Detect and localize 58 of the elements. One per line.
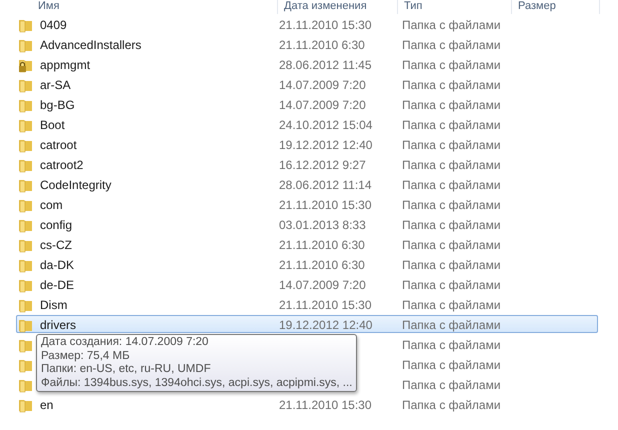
file-type: Папка с файлами (402, 278, 501, 292)
file-type: Папка с файлами (402, 178, 501, 192)
file-name: bg-BG (40, 98, 75, 112)
file-name: 0409 (40, 18, 67, 32)
file-type: Папка с файлами (402, 218, 501, 232)
file-name: en (40, 398, 54, 412)
modified-date: 14.07.2009 7:20 (279, 278, 366, 292)
file-name: config (40, 218, 72, 232)
modified-date: 19.12.2012 12:40 (279, 138, 372, 152)
file-name: catroot (40, 138, 77, 152)
file-type: Папка с файлами (402, 258, 501, 272)
file-type: Папка с файлами (402, 38, 501, 52)
modified-date: 19.12.2012 12:40 (279, 318, 372, 332)
file-type: Папка с файлами (402, 118, 501, 132)
file-type: Папка с файлами (402, 298, 501, 312)
file-type: Папка с файлами (402, 158, 501, 172)
file-type: Папка с файлами (402, 18, 501, 32)
file-type: Папка с файлами (402, 358, 501, 372)
modified-date: 21.11.2010 6:30 (279, 38, 365, 52)
modified-date: 21.11.2010 6:30 (279, 238, 365, 252)
modified-date: 24.10.2012 15:04 (279, 118, 372, 132)
file-type: Папка с файлами (402, 78, 501, 92)
modified-date: 16.12.2012 9:27 (279, 158, 366, 172)
modified-date: 28.06.2012 11:45 (279, 58, 372, 72)
file-name: de-DE (40, 278, 74, 292)
file-type: Папка с файлами (402, 378, 501, 392)
file-type: Папка с файлами (402, 98, 501, 112)
file-name: ar-SA (40, 78, 71, 92)
file-type: Папка с файлами (402, 318, 501, 332)
file-name: appmgmt (40, 58, 90, 72)
modified-date: 21.11.2010 15:30 (279, 198, 372, 212)
file-name: AdvancedInstallers (40, 38, 142, 52)
file-type: Папка с файлами (402, 198, 501, 212)
file-name: cs-CZ (40, 238, 72, 252)
file-type: Папка с файлами (402, 398, 501, 412)
file-name: Boot (40, 118, 65, 132)
modified-date: 14.07.2009 7:20 (279, 98, 366, 112)
file-name: com (40, 198, 63, 212)
tooltip-line: Дата создания: 14.07.2009 7:20 (41, 336, 210, 350)
file-type: Папка с файлами (402, 58, 501, 72)
file-type: Папка с файлами (402, 338, 501, 352)
file-name: drivers (40, 318, 76, 332)
file-type: Папка с файлами (402, 238, 501, 252)
modified-date: 28.06.2012 11:14 (279, 178, 372, 192)
file-name: da-DK (40, 258, 74, 272)
modified-date: 03.01.2013 8:33 (279, 218, 366, 232)
tooltip-line: Папки: en-US, etc, ru-RU, UMDF (41, 363, 212, 376)
modified-date: 21.11.2010 15:30 (279, 398, 372, 412)
tooltip-line: Размер: 75,4 МБ (41, 350, 131, 363)
modified-date: 14.07.2009 7:20 (279, 78, 366, 92)
file-name: Dism (40, 298, 68, 312)
file-type: Папка с файлами (402, 138, 501, 152)
modified-date: 21.11.2010 15:30 (279, 298, 372, 312)
file-name: catroot2 (40, 158, 84, 172)
modified-date: 21.11.2010 15:30 (279, 18, 372, 32)
file-name: CodeIntegrity (40, 178, 112, 192)
modified-date: 21.11.2010 6:30 (279, 258, 365, 272)
tooltip-line: Файлы: 1394bus.sys, 1394ohci.sys, acpi.sys, acpipmi.sys, ... (41, 376, 352, 390)
